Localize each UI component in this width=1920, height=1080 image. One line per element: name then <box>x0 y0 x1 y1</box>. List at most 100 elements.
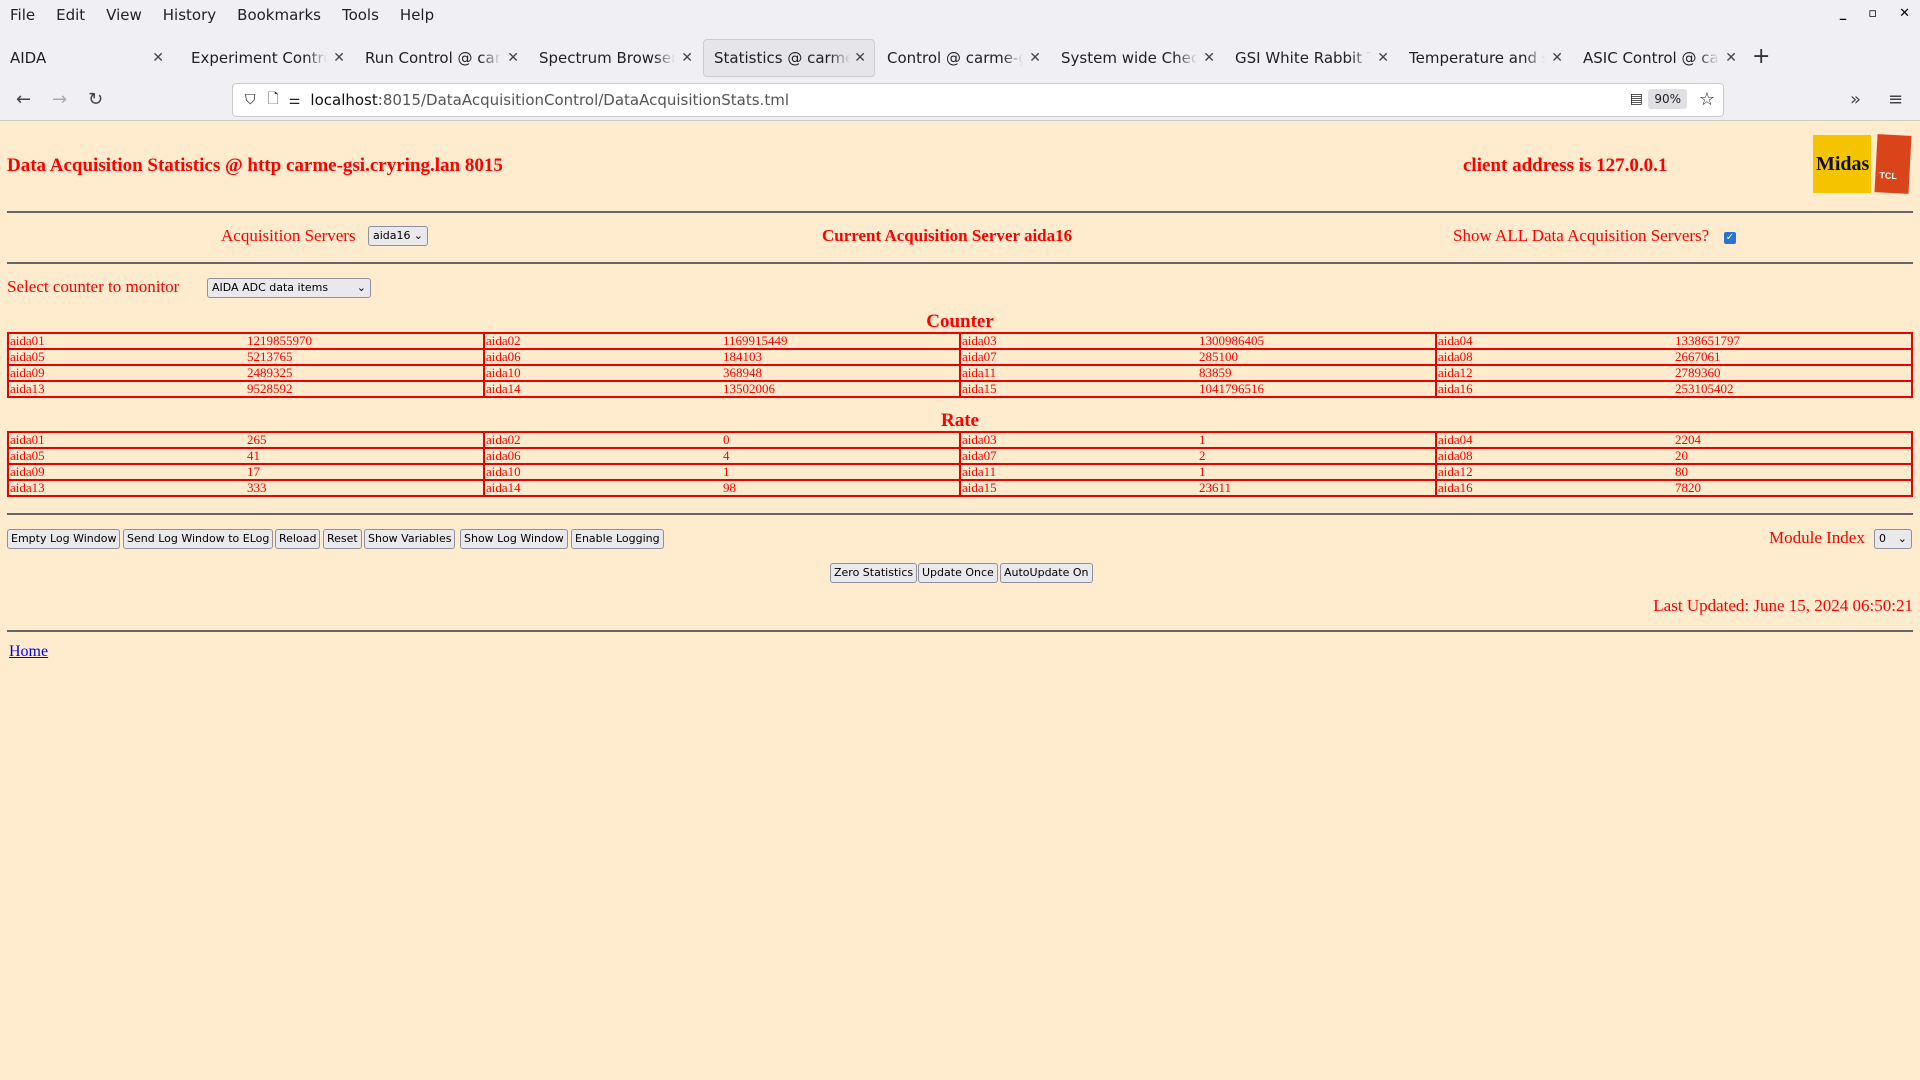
tab[interactable]: Temperature and stat ✕ <box>1399 39 1571 77</box>
close-tab-icon[interactable]: ✕ <box>1725 50 1737 66</box>
cell-value: 253105402 <box>1674 380 1913 398</box>
cell-label: aida16 <box>1435 380 1674 398</box>
cell-label: aida04 <box>1435 332 1674 350</box>
cell-value: 0 <box>722 431 961 449</box>
bookmark-star-icon[interactable]: ☆ <box>1699 89 1715 110</box>
close-window-button[interactable]: ✕ <box>1899 6 1910 21</box>
overflow-icon[interactable]: » <box>1850 89 1861 110</box>
autoupdate-on-button[interactable]: AutoUpdate On <box>1000 563 1093 583</box>
tab[interactable]: Run Control @ carme-gsi ✕ <box>355 39 527 77</box>
reset-button[interactable]: Reset <box>323 529 362 549</box>
reload-icon[interactable]: ↻ <box>88 89 103 110</box>
cell-label: aida12 <box>1435 364 1674 382</box>
cell-value: 1169915449 <box>722 332 961 350</box>
tab[interactable]: Control @ carme-gsi ✕ <box>877 39 1049 77</box>
table-row: aida13 333 aida14 98 aida15 23611 aida16 7820 <box>7 479 1913 497</box>
enable-logging-button[interactable]: Enable Logging <box>571 529 664 549</box>
cell-value: 20 <box>1674 447 1913 465</box>
cell-value: 1041796516 <box>1198 380 1437 398</box>
send-log-window-to-elog-button[interactable]: Send Log Window to ELog <box>123 529 274 549</box>
empty-log-window-button[interactable]: Empty Log Window <box>7 529 121 549</box>
cell-label: aida01 <box>7 332 246 350</box>
table-row: aida13 9528592 aida14 13502006 aida15 1041796… <box>7 380 1913 398</box>
close-tab-icon[interactable]: ✕ <box>152 50 164 66</box>
url-host: localhost <box>310 91 378 109</box>
divider <box>7 630 1913 632</box>
menu-tools[interactable]: Tools <box>342 6 379 24</box>
tab[interactable]: Spectrum Browser @ carme-gsi ✕ <box>529 39 701 77</box>
tab[interactable]: Experiment Control @ carme-gsi ✕ <box>181 39 353 77</box>
maximize-button[interactable]: ▫ <box>1868 6 1877 21</box>
update-once-button[interactable]: Update Once <box>918 563 998 583</box>
new-tab-button[interactable]: + <box>1752 44 1770 69</box>
table-row: aida05 41 aida06 4 aida07 2 aida08 20 <box>7 447 1913 465</box>
acq-server-select[interactable]: aida16 ⌄ <box>368 226 428 246</box>
minimize-button[interactable]: _ <box>1840 6 1847 21</box>
close-tab-icon[interactable]: ✕ <box>1377 50 1389 66</box>
tab-title: Statistics @ carme-gsi <box>714 49 850 67</box>
close-tab-icon[interactable]: ✕ <box>1203 50 1215 66</box>
cell-label: aida13 <box>7 380 246 398</box>
cell-value: 13502006 <box>722 380 961 398</box>
zero-statistics-button[interactable]: Zero Statistics <box>830 563 918 583</box>
counter-select[interactable]: AIDA ADC data items ⌄ <box>207 278 371 298</box>
show-variables-button[interactable]: Show Variables <box>364 529 456 549</box>
chevron-down-icon: ⌄ <box>1897 532 1907 545</box>
tab-bar: AIDA✕Experiment Control @ carme-gsi✕Run … <box>0 39 1920 77</box>
menu-file[interactable]: File <box>10 6 35 24</box>
cell-label: aida16 <box>1435 479 1674 497</box>
tab[interactable]: System wide Checks (✕ <box>1051 39 1223 77</box>
hamburger-menu-icon[interactable]: ≡ <box>1888 89 1903 110</box>
shield-icon[interactable]: ⛉ <box>245 92 256 108</box>
tab-title: AIDA <box>10 49 47 67</box>
module-index-label: Module Index <box>1769 528 1865 547</box>
tab[interactable]: Statistics @ carme-gsi✕ <box>703 39 875 77</box>
close-tab-icon[interactable]: ✕ <box>333 50 345 66</box>
table-row: aida01 1219855970 aida02 1169915449 aida03 13… <box>7 332 1913 350</box>
menu-view[interactable]: View <box>106 6 142 24</box>
cell-value: 2667061 <box>1674 348 1913 366</box>
show-log-window-button[interactable]: Show Log Window <box>460 529 568 549</box>
reader-view-icon[interactable]: ▤ <box>1630 91 1643 107</box>
close-tab-icon[interactable]: ✕ <box>1029 50 1041 66</box>
cell-label: aida12 <box>1435 463 1674 481</box>
midas-logo: Midas <box>1813 135 1871 193</box>
cell-value: 2204 <box>1674 431 1913 449</box>
forward-icon[interactable]: → <box>52 89 67 110</box>
url-bar[interactable]: ⛉ 🗋 ⚌ localhost:8015/DataAcquisitionCont… <box>232 83 1724 117</box>
acq-server-value: aida16 <box>373 229 411 242</box>
page-icon: 🗋 <box>267 91 279 107</box>
cell-label: aida08 <box>1435 348 1674 366</box>
acq-servers-label: Acquisition Servers <box>221 226 356 245</box>
close-tab-icon[interactable]: ✕ <box>854 50 866 66</box>
tab[interactable]: GSI White Rabbit Tim ✕ <box>1225 39 1397 77</box>
browser-chrome: File Edit View History Bookmarks Tools H… <box>0 0 1920 121</box>
permissions-icon[interactable]: ⚌ <box>289 93 301 108</box>
tab[interactable]: AIDA ✕ <box>0 39 172 77</box>
menu-history[interactable]: History <box>163 6 216 24</box>
select-counter-label: Select counter to monitor <box>7 277 180 296</box>
module-index-select[interactable]: 0 ⌄ <box>1874 529 1912 549</box>
close-tab-icon[interactable]: ✕ <box>1551 50 1563 66</box>
cell-label: aida14 <box>483 380 722 398</box>
table-row: aida09 17 aida10 1 aida11 1 aida12 80 <box>7 463 1913 481</box>
show-all-checkbox[interactable]: ✓ <box>1724 232 1736 244</box>
zoom-level[interactable]: 90% <box>1648 89 1687 109</box>
cell-label: aida02 <box>483 332 722 350</box>
cell-label: aida07 <box>959 447 1198 465</box>
tab[interactable]: ASIC Control @ carme ✕ <box>1573 39 1745 77</box>
tcl-powered-logo: TCL <box>1874 134 1912 194</box>
menu-help[interactable]: Help <box>400 6 434 24</box>
show-all-label: Show ALL Data Acquisition Servers? <box>1453 226 1710 245</box>
home-link[interactable]: Home <box>9 643 48 661</box>
menu-bookmarks[interactable]: Bookmarks <box>237 6 321 24</box>
back-icon[interactable]: ← <box>16 89 31 110</box>
divider <box>7 513 1913 515</box>
cell-label: aida15 <box>959 380 1198 398</box>
cell-value: 83859 <box>1198 364 1437 382</box>
reload-button[interactable]: Reload <box>275 529 321 549</box>
menu-edit[interactable]: Edit <box>56 6 85 24</box>
cell-value: 1300986405 <box>1198 332 1437 350</box>
close-tab-icon[interactable]: ✕ <box>507 50 519 66</box>
close-tab-icon[interactable]: ✕ <box>681 50 693 66</box>
